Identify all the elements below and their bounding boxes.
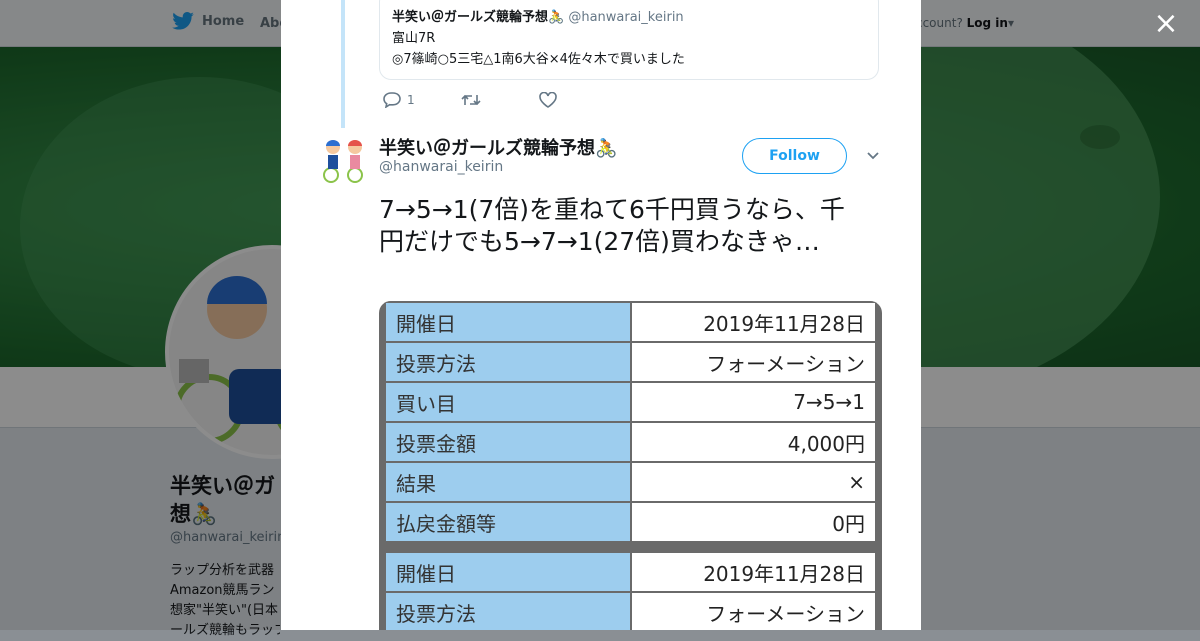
close-icon[interactable]: × <box>1152 9 1180 39</box>
reply-button[interactable]: 1 <box>383 92 461 108</box>
cyclists-avatar-icon <box>323 140 363 183</box>
reply-icon <box>383 92 401 108</box>
table-row: 投票金額 4,000円 <box>384 421 877 463</box>
table-value: 0円 <box>630 501 877 543</box>
bet-table-2: 開催日 2019年11月28日 投票方法 フォーメーション <box>384 551 877 630</box>
table-row: 開催日 2019年11月28日 <box>384 301 877 343</box>
follow-button[interactable]: Follow <box>742 138 847 174</box>
table-key: 投票金額 <box>384 421 632 463</box>
table-value: 7→5→1 <box>630 381 877 423</box>
table-row: 開催日 2019年11月28日 <box>384 551 877 593</box>
chevron-down-icon[interactable] <box>865 148 881 164</box>
quoted-author-name: 半笑い＠ガールズ競輪予想🚴 <box>392 10 565 25</box>
author-name[interactable]: 半笑い＠ガールズ競輪予想🚴 <box>379 134 617 160</box>
retweet-icon <box>461 94 481 106</box>
table-row: 買い目 7→5→1 <box>384 381 877 423</box>
table-key: 買い目 <box>384 381 632 423</box>
table-key: 開催日 <box>384 551 632 593</box>
table-row: 結果 × <box>384 461 877 503</box>
tweet-actions: 1 <box>383 92 617 108</box>
table-key: 結果 <box>384 461 632 503</box>
like-button[interactable] <box>539 92 617 108</box>
retweet-button[interactable] <box>461 93 539 107</box>
table-value: フォーメーション <box>630 591 877 630</box>
quoted-text-line2: ◎7篠崎○5三宅△1南6大谷×4佐々木で買いました <box>392 52 685 67</box>
table-value: 2019年11月28日 <box>630 551 877 593</box>
reply-count: 1 <box>407 93 415 107</box>
thread-connector-line <box>341 0 345 128</box>
tweet-media-image[interactable]: 開催日 2019年11月28日 投票方法 フォーメーション 買い目 7→5→1 投票金… <box>379 301 882 630</box>
table-key: 投票方法 <box>384 591 632 630</box>
table-value: 2019年11月28日 <box>630 301 877 343</box>
table-key: 投票方法 <box>384 341 632 383</box>
author-handle[interactable]: @hanwarai_keirin <box>379 159 503 175</box>
heart-icon <box>539 92 557 108</box>
author-avatar[interactable] <box>319 135 369 185</box>
table-row: 投票方法 フォーメーション <box>384 341 877 383</box>
table-key: 開催日 <box>384 301 632 343</box>
table-row: 払戻金額等 0円 <box>384 501 877 543</box>
table-value: 4,000円 <box>630 421 877 463</box>
quoted-author-handle: @hanwarai_keirin <box>568 10 684 25</box>
table-value: フォーメーション <box>630 341 877 383</box>
table-key: 払戻金額等 <box>384 501 632 543</box>
tweet-text: 7→5→1(7倍)を重ねて6千円買うなら、千円だけでも5→7→1(27倍)買わな… <box>379 195 845 256</box>
previous-tweet-card[interactable]: 半笑い＠ガールズ競輪予想🚴 @hanwarai_keirin 富山7R ◎7篠崎… <box>379 0 879 80</box>
table-value: × <box>630 461 877 503</box>
bet-table-1: 開催日 2019年11月28日 投票方法 フォーメーション 買い目 7→5→1 投票金… <box>384 301 877 543</box>
tweet-modal: 半笑い＠ガールズ競輪予想🚴 @hanwarai_keirin 富山7R ◎7篠崎… <box>281 0 921 630</box>
quoted-text-line1: 富山7R <box>392 31 436 46</box>
table-row: 投票方法 フォーメーション <box>384 591 877 630</box>
